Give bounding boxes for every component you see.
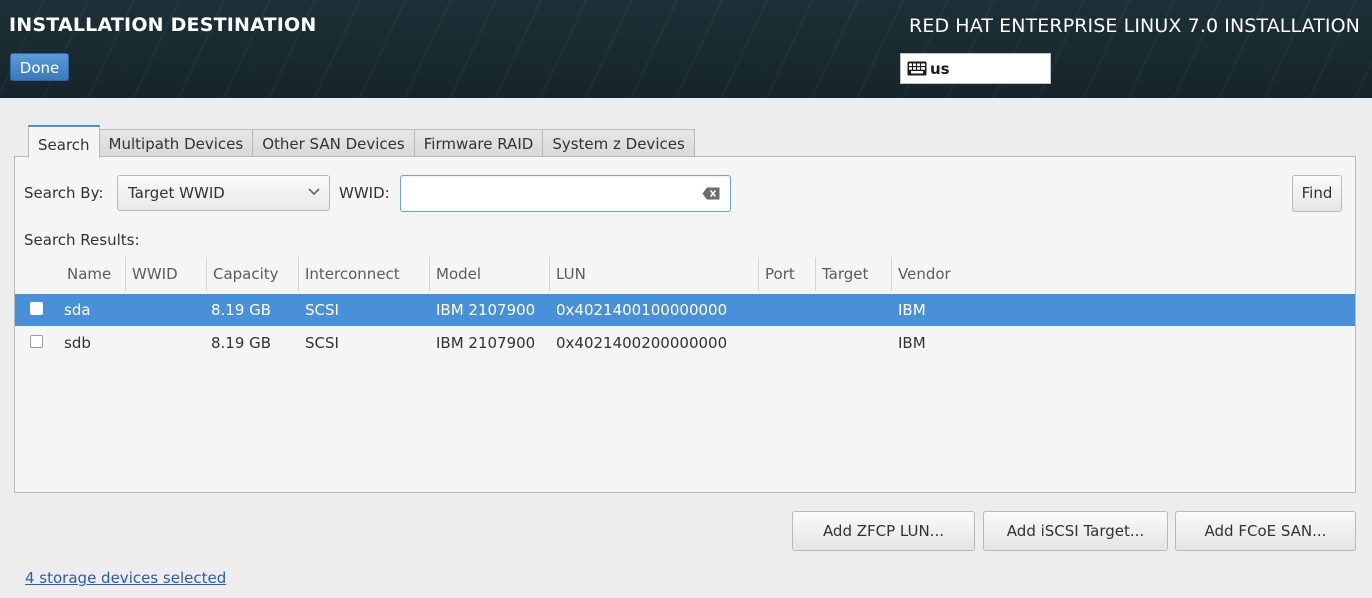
column-header-capacity[interactable]: Capacity: [206, 257, 279, 291]
keyboard-icon: [907, 61, 927, 76]
product-title: RED HAT ENTERPRISE LINUX 7.0 INSTALLATIO…: [909, 15, 1360, 37]
cell-interconnect: SCSI: [305, 334, 339, 352]
cell-interconnect: SCSI: [305, 301, 339, 319]
add-zfcp-lun-button[interactable]: Add ZFCP LUN...: [792, 511, 975, 551]
cell-model: IBM 2107900: [436, 301, 536, 319]
cell-vendor: IBM: [898, 334, 926, 352]
search-results-label: Search Results:: [24, 231, 140, 249]
column-header-target[interactable]: Target: [815, 257, 868, 291]
column-header-port[interactable]: Port: [758, 257, 795, 291]
header-bar: INSTALLATION DESTINATION Done RED HAT EN…: [0, 0, 1372, 98]
tab-firmware-raid[interactable]: Firmware RAID: [414, 129, 544, 157]
cell-vendor: IBM: [898, 301, 926, 319]
wwid-input[interactable]: [407, 182, 691, 206]
keyboard-layout-indicator[interactable]: us: [900, 53, 1051, 84]
wwid-field[interactable]: [400, 175, 731, 212]
search-by-value: Target WWID: [128, 184, 225, 202]
wwid-label: WWID:: [339, 184, 390, 202]
cell-capacity: 8.19 GB: [211, 301, 272, 319]
keyboard-layout-label: us: [930, 59, 950, 78]
column-header-name[interactable]: Name: [67, 257, 111, 291]
column-header-vendor[interactable]: Vendor: [891, 257, 951, 291]
device-tabs: Search Multipath Devices Other SAN Devic…: [28, 125, 695, 158]
storage-devices-selected-link[interactable]: 4 storage devices selected: [25, 569, 226, 587]
cell-capacity: 8.19 GB: [211, 334, 272, 352]
row-checkbox[interactable]: [30, 335, 43, 348]
cell-name: sda: [64, 301, 91, 319]
cell-lun: 0x4021400100000000: [556, 301, 728, 319]
add-fcoe-san-button[interactable]: Add FCoE SAN...: [1175, 511, 1356, 551]
cell-model: IBM 2107900: [436, 334, 536, 352]
column-header-model[interactable]: Model: [429, 257, 481, 291]
find-button[interactable]: Find: [1292, 175, 1342, 212]
tab-system-z-devices[interactable]: System z Devices: [543, 129, 695, 157]
table-row[interactable]: sdb 8.19 GB SCSI IBM 2107900 0x402140020…: [15, 327, 1355, 359]
search-by-label: Search By:: [24, 184, 104, 202]
done-button[interactable]: Done: [10, 53, 69, 81]
column-header-wwid[interactable]: WWID: [125, 257, 178, 291]
add-iscsi-target-button[interactable]: Add iSCSI Target...: [983, 511, 1168, 551]
chevron-down-icon: [308, 188, 320, 196]
page-title: INSTALLATION DESTINATION: [9, 14, 317, 36]
column-header-interconnect[interactable]: Interconnect: [298, 257, 400, 291]
clear-text-icon[interactable]: [702, 187, 720, 200]
row-checkbox[interactable]: [30, 302, 43, 315]
tab-search[interactable]: Search: [28, 125, 100, 158]
search-panel: Search By: Target WWID WWID: Find Search…: [14, 156, 1356, 493]
tab-other-san-devices[interactable]: Other SAN Devices: [253, 129, 415, 157]
column-header-lun[interactable]: LUN: [549, 257, 586, 291]
cell-lun: 0x4021400200000000: [556, 334, 728, 352]
table-row[interactable]: sda 8.19 GB SCSI IBM 2107900 0x402140010…: [15, 294, 1355, 326]
cell-name: sdb: [64, 334, 91, 352]
tab-multipath-devices[interactable]: Multipath Devices: [99, 129, 254, 157]
results-table-header: Name WWID Capacity Interconnect Model LU…: [15, 257, 1355, 291]
search-by-select[interactable]: Target WWID: [117, 175, 330, 211]
